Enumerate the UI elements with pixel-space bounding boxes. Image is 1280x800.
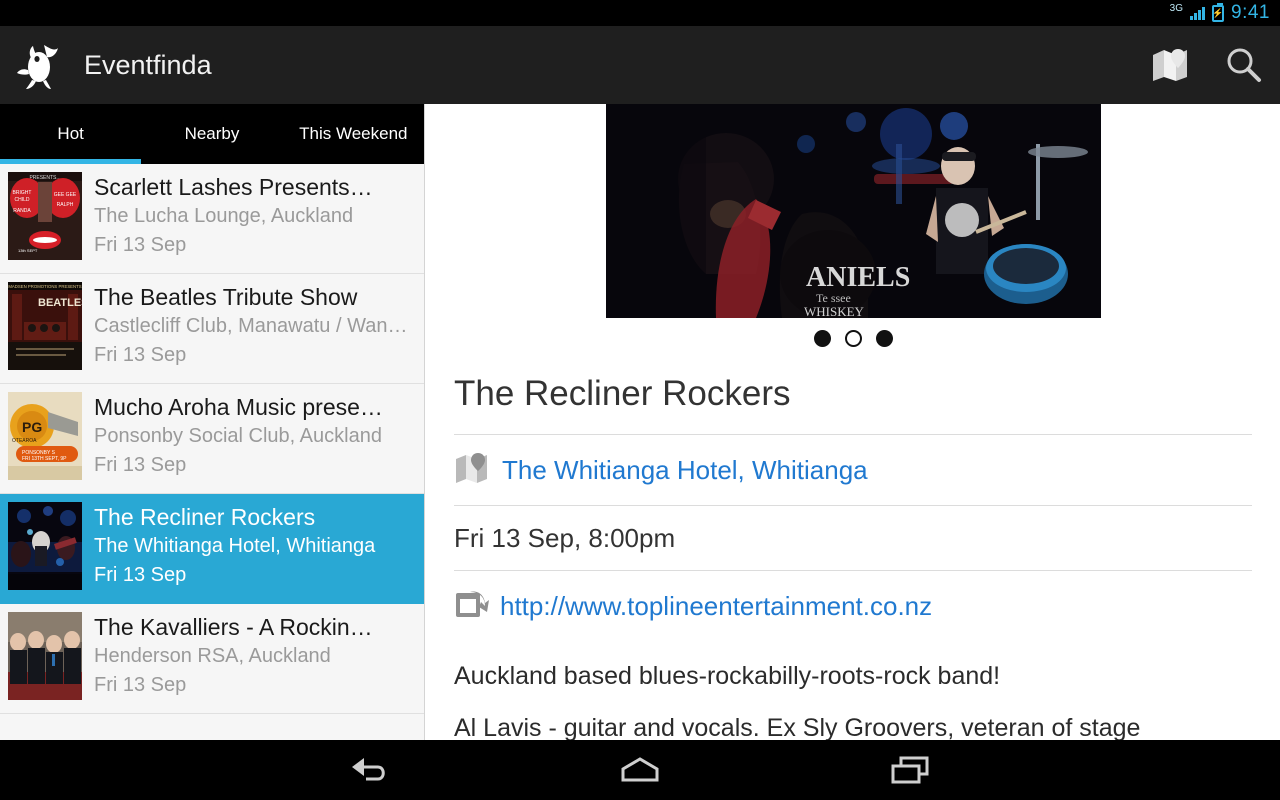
event-thumbnail — [8, 612, 82, 700]
list-item-text: The Kavalliers - A Rockin… Henderson RSA… — [94, 612, 424, 700]
app-title: Eventfinda — [84, 49, 212, 80]
external-link-icon — [454, 588, 490, 625]
svg-text:BEATLES: BEATLES — [38, 297, 82, 309]
event-title: Scarlett Lashes Presents… — [94, 174, 373, 200]
carousel-dots[interactable] — [426, 318, 1280, 353]
datetime-row: Fri 13 Sep, 8:00pm — [454, 504, 1252, 570]
event-venue: The Lucha Lounge, Auckland — [94, 205, 354, 227]
map-icon — [454, 452, 492, 489]
event-date: Fri 13 Sep — [94, 564, 187, 586]
svg-text:BRIGHT: BRIGHT — [13, 190, 32, 196]
event-list: PRESENTS... BRIGHT CHILD GEE GEE RALPH R… — [0, 164, 424, 714]
tab-active-indicator — [0, 159, 141, 164]
venue-row[interactable]: The Whitianga Hotel, Whitianga — [454, 433, 1252, 505]
search-icon[interactable] — [1208, 26, 1280, 104]
event-thumbnail: PG PONSONBY S FRI 13TH SEPT, 9P OTEAROA — [8, 392, 82, 480]
list-item[interactable]: PRESENTS... BRIGHT CHILD GEE GEE RALPH R… — [0, 164, 424, 274]
event-title: The Kavalliers - A Rockin… — [94, 614, 373, 640]
eventfinda-bird-logo — [14, 37, 70, 93]
event-title: The Beatles Tribute Show — [94, 284, 358, 310]
website-link[interactable]: http://www.toplineentertainment.co.nz — [500, 591, 932, 622]
event-date: Fri 13 Sep — [94, 344, 187, 366]
android-navigation-bar — [0, 740, 1280, 800]
tab-hot[interactable]: Hot — [0, 104, 141, 164]
carousel-dot-current[interactable] — [844, 330, 862, 347]
svg-text:MADSEN PROMOTIONS PRESENTS: MADSEN PROMOTIONS PRESENTS — [8, 284, 81, 289]
website-row[interactable]: http://www.toplineentertainment.co.nz — [454, 569, 1252, 641]
list-item-selected[interactable]: The Recliner Rockers The Whitianga Hotel… — [0, 494, 424, 604]
tab-nearby[interactable]: Nearby — [141, 104, 282, 164]
event-list-panel: Hot Nearby This Weekend PRESENTS... BRIG… — [0, 104, 425, 740]
status-bar: 3G ⚡ 9:41 — [0, 0, 1280, 26]
event-detail-panel: ANIELS Te ssee WHISKEY The Recliner Rock… — [426, 104, 1280, 740]
tab-label: This Weekend — [299, 124, 408, 143]
svg-text:PG: PG — [22, 419, 42, 435]
svg-text:GEE GEE: GEE GEE — [54, 192, 77, 198]
tab-label: Hot — [57, 124, 84, 143]
list-item-text: The Beatles Tribute Show Castlecliff Clu… — [94, 282, 424, 370]
svg-text:CHILD: CHILD — [14, 197, 29, 203]
event-thumbnail: MADSEN PROMOTIONS PRESENTS BEATLES — [8, 282, 82, 370]
event-venue: The Whitianga Hotel, Whitianga — [94, 535, 376, 557]
list-item-text: Mucho Aroha Music prese… Ponsonby Social… — [94, 392, 424, 480]
list-item[interactable]: The Kavalliers - A Rockin… Henderson RSA… — [0, 604, 424, 714]
svg-text:ANIELS: ANIELS — [806, 262, 910, 293]
clock-label: 9:41 — [1231, 2, 1270, 23]
event-date: Fri 13 Sep — [94, 674, 187, 696]
list-item[interactable]: MADSEN PROMOTIONS PRESENTS BEATLES — [0, 274, 424, 384]
event-venue: Henderson RSA, Auckland — [94, 645, 331, 667]
svg-text:RANDA: RANDA — [13, 208, 31, 214]
event-title: Mucho Aroha Music prese… — [94, 394, 383, 420]
event-thumbnail — [8, 502, 82, 590]
action-bar: Eventfinda — [0, 26, 1280, 104]
tab-this-weekend[interactable]: This Weekend — [283, 104, 424, 164]
network-type-label: 3G — [1169, 3, 1184, 14]
event-venue: Ponsonby Social Club, Auckland — [94, 425, 382, 447]
svg-text:13th SEPT: 13th SEPT — [18, 248, 38, 253]
venue-link[interactable]: The Whitianga Hotel, Whitianga — [502, 455, 868, 486]
carousel-dot[interactable] — [875, 330, 893, 347]
event-title: The Recliner Rockers — [94, 504, 316, 530]
event-date: Fri 13 Sep — [94, 454, 187, 476]
event-detail-body: The Recliner Rockers The Whitianga Hotel… — [426, 353, 1280, 740]
back-icon[interactable] — [335, 740, 405, 800]
list-item-text: Scarlett Lashes Presents… The Lucha Loun… — [94, 172, 424, 260]
description-paragraph-1: Auckland based blues-rockabilly-roots-ro… — [454, 661, 1001, 690]
hero-carousel[interactable]: ANIELS Te ssee WHISKEY — [426, 104, 1280, 318]
battery-charging-icon: ⚡ — [1212, 2, 1225, 22]
svg-text:FRI 13TH SEPT, 9P: FRI 13TH SEPT, 9P — [22, 456, 67, 462]
svg-text:Te ssee: Te ssee — [816, 291, 851, 305]
svg-text:OTEAROA: OTEAROA — [12, 438, 37, 444]
signal-bars-icon — [1190, 6, 1206, 20]
recents-icon[interactable] — [875, 740, 945, 800]
map-icon[interactable] — [1136, 26, 1208, 104]
event-venue: Castlecliff Club, Manawatu / Wan… — [94, 315, 408, 337]
svg-text:RALPH: RALPH — [57, 202, 74, 208]
event-detail-title: The Recliner Rockers — [454, 374, 791, 413]
svg-text:WHISKEY: WHISKEY — [804, 304, 865, 318]
list-item[interactable]: PG PONSONBY S FRI 13TH SEPT, 9P OTEAROA … — [0, 384, 424, 494]
home-icon[interactable] — [605, 740, 675, 800]
tab-bar: Hot Nearby This Weekend — [0, 104, 424, 164]
event-thumbnail: PRESENTS... BRIGHT CHILD GEE GEE RALPH R… — [8, 172, 82, 260]
event-datetime: Fri 13 Sep, 8:00pm — [454, 522, 676, 553]
list-item-text: The Recliner Rockers The Whitianga Hotel… — [94, 502, 424, 590]
event-date: Fri 13 Sep — [94, 234, 187, 256]
app-screen: 3G ⚡ 9:41 Eventfinda Hot Nearby This Wee… — [0, 0, 1280, 800]
description-paragraph-2: Al Lavis - guitar and vocals. Ex Sly Gro… — [454, 714, 1141, 740]
tab-label: Nearby — [184, 124, 240, 143]
carousel-dot[interactable] — [813, 330, 831, 347]
hero-image: ANIELS Te ssee WHISKEY — [605, 104, 1101, 318]
